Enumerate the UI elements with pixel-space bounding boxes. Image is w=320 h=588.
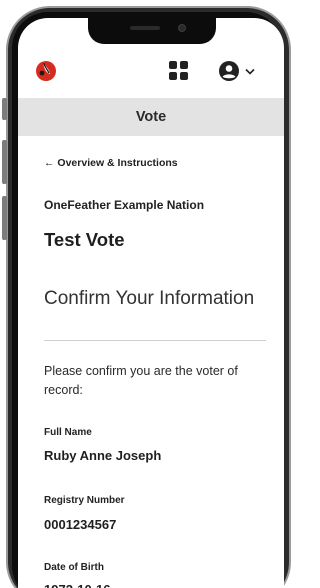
- section-heading: Confirm Your Information: [44, 288, 255, 309]
- date-of-birth-value: 1972-10-16: [44, 582, 111, 588]
- registry-number-value: 0001234567: [44, 517, 117, 532]
- speaker-grille: [130, 26, 160, 30]
- apps-grid-icon[interactable]: [169, 61, 189, 81]
- page-title: Vote: [135, 109, 167, 125]
- phone-notch: [88, 18, 216, 44]
- page-title-bar: Vote: [18, 98, 284, 136]
- phone-volume-up-button: [2, 140, 7, 184]
- phone-mute-switch: [2, 98, 7, 120]
- full-name-label: Full Name: [44, 427, 92, 438]
- confirm-instructions: Please confirm you are the voter of reco…: [44, 364, 238, 397]
- nation-name: OneFeather Example Nation: [44, 198, 205, 212]
- user-account-icon[interactable]: [218, 60, 240, 82]
- vote-title: Test Vote: [44, 229, 125, 250]
- back-to-overview-link[interactable]: ← Overview & Instructions: [44, 157, 178, 169]
- phone-volume-down-button: [2, 196, 7, 240]
- front-camera: [178, 24, 186, 32]
- onefeather-logo-icon[interactable]: [34, 58, 58, 82]
- section-divider: [44, 340, 266, 341]
- date-of-birth-label: Date of Birth: [44, 562, 104, 573]
- phone-screen: Vote ← Overview & Instructions OneFeathe…: [18, 18, 284, 588]
- registry-number-label: Registry Number: [44, 495, 125, 506]
- app-header: [18, 44, 284, 98]
- full-name-value: Ruby Anne Joseph: [44, 448, 162, 463]
- chevron-down-icon[interactable]: [245, 68, 255, 75]
